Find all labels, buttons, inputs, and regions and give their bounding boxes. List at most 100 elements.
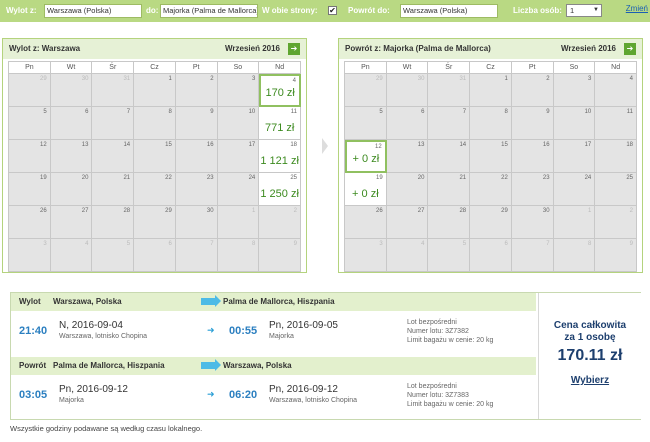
day-number: 7: [126, 109, 131, 115]
calendar-day: 26: [9, 206, 51, 239]
day-number: 13: [417, 142, 425, 148]
day-number: 14: [123, 142, 131, 148]
calendar-day: 29: [134, 206, 176, 239]
calendar-day-available[interactable]: 11 771 zł: [259, 107, 301, 140]
persons-select[interactable]: 1 ▼: [566, 4, 602, 17]
inbound-to: Warszawa, Polska: [223, 361, 292, 370]
calendar-day-available[interactable]: 25 1 250 zł: [259, 173, 301, 206]
from-field[interactable]: Warszawa (Polska): [44, 4, 142, 18]
day-number: 22: [501, 175, 508, 181]
calendar-title: Powrót z: Majorka (Palma de Mallorca): [345, 44, 491, 53]
day-number: 9: [210, 109, 214, 115]
day-number: 3: [43, 241, 47, 247]
day-price: + 0 zł: [352, 188, 379, 200]
weekday-header: Nd: [595, 62, 637, 74]
day-price: + 0 zł: [352, 153, 380, 165]
day-number: 30: [542, 208, 550, 214]
day-number: 8: [251, 241, 256, 247]
from-label: Wylot z:: [6, 6, 37, 15]
info-line: Numer lotu: 3Z7382: [407, 328, 469, 335]
calendar-day: 1: [470, 74, 512, 107]
return-to-label: Powrót do:: [348, 6, 390, 15]
return-to-field[interactable]: Warszawa (Polska): [400, 4, 498, 18]
inbound-arr-place: Warszawa, lotnisko Chopina: [269, 397, 358, 404]
search-bar: Wylot z: Warszawa (Polska) do: Majorka (…: [0, 0, 650, 22]
weekday-header: So: [553, 62, 596, 74]
calendar-day-available[interactable]: 12 + 0 zł: [345, 140, 387, 173]
calendar-day: 4: [595, 74, 637, 107]
day-number: 16: [542, 142, 550, 148]
calendar-day-available[interactable]: 18 1 121 zł: [259, 140, 301, 173]
calendar-day: 28: [428, 206, 471, 239]
day-number: 5: [126, 241, 131, 247]
day-number: 29: [40, 76, 47, 82]
calendar-day: 4: [50, 239, 93, 272]
weekday-header: Pn: [9, 62, 51, 74]
day-number: 2: [293, 208, 297, 214]
day-number: 27: [81, 208, 89, 214]
return-calendar: Powrót z: Majorka (Palma de Mallorca) Wr…: [338, 38, 643, 273]
to-label: do:: [146, 6, 159, 15]
day-number: 7: [546, 241, 550, 247]
calendar-day: 6: [134, 239, 176, 272]
calendar-day-available[interactable]: 4 170 zł: [259, 74, 301, 107]
next-month-button[interactable]: ➔: [288, 43, 300, 55]
calendar-day: 30: [175, 206, 218, 239]
arrow-right-icon: [201, 359, 221, 371]
flight-summary: Wylot Warszawa, Polska Palma de Mallorca…: [10, 292, 641, 420]
calendar-day: 24: [553, 173, 596, 206]
calendar-day: 30: [50, 74, 93, 107]
inbound-band: Powrót Palma de Mallorca, Hiszpania Wars…: [11, 357, 536, 375]
day-number: 3: [379, 241, 383, 247]
weekday-header: Pt: [511, 62, 554, 74]
day-number: 20: [417, 175, 425, 181]
day-number: 9: [546, 109, 550, 115]
footnote: Wszystkie godziny podawane są według cza…: [10, 424, 203, 433]
calendar-day: 12: [9, 140, 51, 173]
day-number: 12: [40, 142, 47, 148]
calendar-day: 1: [134, 74, 176, 107]
arrow-right-icon: [201, 295, 221, 307]
day-number: 6: [168, 241, 172, 247]
day-number: 25: [626, 175, 633, 181]
calendar-day: 3: [553, 74, 596, 107]
outbound-dep-date: N, 2016-09-04: [59, 320, 123, 331]
calendar-day: 2: [595, 206, 637, 239]
day-number: 4: [292, 78, 296, 84]
weekday-header: Cz: [470, 62, 512, 74]
calendar-day: 1: [217, 206, 260, 239]
to-field[interactable]: Majorka (Palma de Mallorca): [160, 4, 258, 18]
calendar-day: 6: [50, 107, 93, 140]
day-price: 771 zł: [264, 122, 295, 134]
price-label-line: Cena całkowita: [553, 320, 627, 331]
day-number: 12: [375, 144, 382, 150]
day-number: 5: [379, 109, 383, 115]
outbound-label: Wylot: [19, 297, 41, 306]
outbound-row: 21:40 N, 2016-09-04 Warszawa, lotnisko C…: [11, 311, 536, 355]
inbound-dep-date: Pn, 2016-09-12: [59, 384, 128, 395]
price-box: Cena całkowita za 1 osobę 170.11 zł Wybi…: [538, 293, 641, 419]
calendar-day: 27: [386, 206, 429, 239]
calendar-day: 22: [134, 173, 176, 206]
info-line: Numer lotu: 3Z7383: [407, 392, 469, 399]
day-number: 2: [629, 208, 633, 214]
calendar-day: 14: [92, 140, 135, 173]
day-number: 5: [43, 109, 47, 115]
both-ways-checkbox[interactable]: ✔: [328, 6, 337, 15]
calendar-day: 5: [9, 107, 51, 140]
day-number: 1: [251, 208, 256, 214]
select-button[interactable]: Wybierz: [539, 375, 641, 386]
calendar-day: 30: [386, 74, 429, 107]
calendar-day-available[interactable]: 19 + 0 zł: [345, 173, 387, 206]
calendar-day: 9: [595, 239, 637, 272]
arrow-right-icon: ➜: [207, 325, 215, 335]
inbound-arr-date: Pn, 2016-09-12: [269, 384, 338, 395]
next-month-button[interactable]: ➔: [624, 43, 636, 55]
calendar-day: 29: [345, 74, 387, 107]
price-label-line: za 1 osobę: [564, 332, 616, 343]
change-link[interactable]: Zmień: [626, 4, 648, 13]
calendar-day: 3: [345, 239, 387, 272]
calendar-day: 17: [553, 140, 596, 173]
calendar-month: Wrzesień 2016: [225, 44, 280, 53]
inbound-row: 03:05 Pn, 2016-09-12 Majorka ➜ 06:20 Pn,…: [11, 375, 536, 419]
